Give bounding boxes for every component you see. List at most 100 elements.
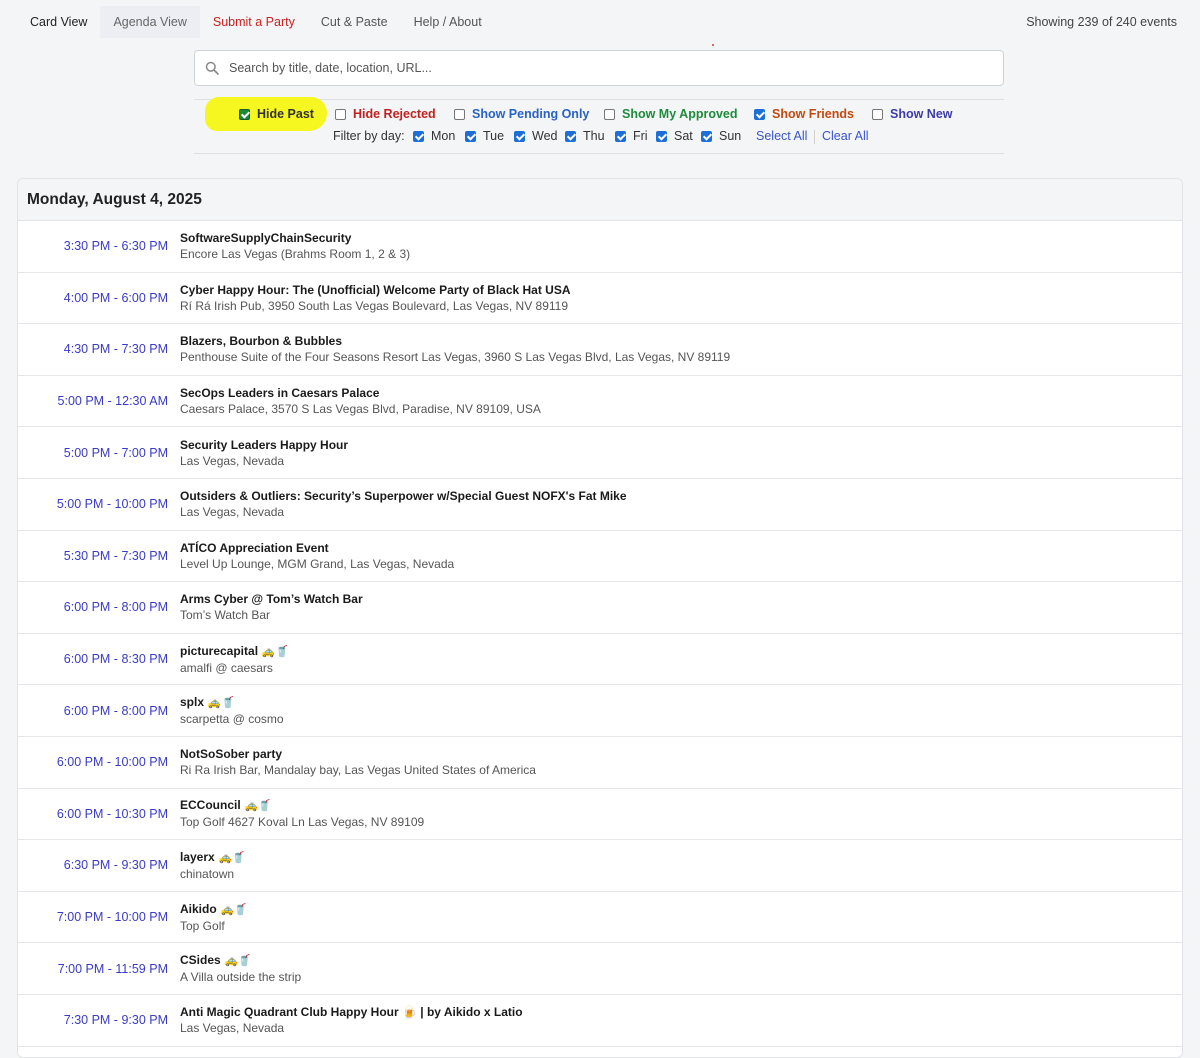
event-time: 5:00 PM - 12:30 AM	[57, 394, 168, 409]
tab-submit-party[interactable]: Submit a Party	[200, 6, 308, 38]
event-location: Las Vegas, Nevada	[180, 1021, 285, 1036]
show-pending-toggle[interactable]: Show Pending Only	[454, 107, 589, 121]
event-row[interactable]: 5:30 PM - 7:30 PM ATÍCO Appreciation Even…	[18, 531, 1182, 583]
day-checkbox[interactable]	[565, 130, 576, 142]
event-title[interactable]: SoftwareSupplyChainSecurity	[180, 231, 351, 245]
show-pending-label: Show Pending Only	[472, 107, 590, 121]
red-dot-marker	[712, 44, 714, 46]
day-label: Mon	[431, 129, 456, 143]
event-info: Security Leaders Happy Hour Las Vegas, Ne…	[180, 437, 348, 469]
event-title-line: Aikido 🚕🥤	[180, 901, 247, 918]
day-filter-sat[interactable]: Sat	[656, 129, 693, 143]
day-filter-thu[interactable]: Thu	[565, 129, 605, 143]
event-row[interactable]: 7:30 PM - 9:30 PM Anti Magic Quadrant Clu…	[18, 995, 1182, 1047]
show-friends-toggle[interactable]: Show Friends	[754, 107, 854, 121]
event-title[interactable]: NotSoSober party	[180, 747, 282, 761]
show-pending-checkbox[interactable]	[454, 108, 465, 120]
event-title[interactable]: Aikido	[180, 902, 217, 916]
event-row[interactable]: 5:00 PM - 12:30 AM SecOps Leaders in Caes…	[18, 376, 1182, 428]
event-title[interactable]: SecOps Leaders in Caesars Palace	[180, 386, 379, 400]
event-location: A Villa outside the strip	[180, 970, 302, 985]
day-label: Thu	[583, 129, 605, 143]
event-row[interactable]: 7:00 PM - 11:59 PM CSides 🚕🥤 A Villa outsi…	[18, 943, 1182, 995]
day-checkbox[interactable]	[413, 130, 424, 142]
tab-help-about[interactable]: Help / About	[401, 6, 495, 38]
event-row[interactable]: 6:00 PM - 8:00 PM Arms Cyber @ Tom’s Watc…	[18, 582, 1182, 634]
event-title[interactable]: ECCouncil	[180, 798, 241, 812]
day-checkbox[interactable]	[656, 130, 667, 142]
show-new-toggle[interactable]: Show New	[872, 107, 953, 121]
event-title[interactable]: ATÍCO Appreciation Event	[180, 541, 329, 555]
show-approved-label: Show My Approved	[622, 107, 738, 121]
event-location: Level Up Lounge, MGM Grand, Las Vegas, N…	[180, 556, 455, 571]
event-row[interactable]: 5:00 PM - 10:00 PM Outsiders & Outliers: …	[18, 479, 1182, 531]
day-checkbox[interactable]	[701, 130, 712, 142]
event-title-line: layerx 🚕🥤	[180, 849, 245, 866]
day-checkbox[interactable]	[615, 130, 626, 142]
hide-past-toggle[interactable]: Hide Past	[239, 107, 314, 121]
day-heading: Monday, August 4, 2025	[18, 179, 1182, 221]
filter-by-day-label: Filter by day:	[333, 129, 405, 143]
event-time: 6:00 PM - 10:30 PM	[56, 806, 168, 821]
tab-cut-paste[interactable]: Cut & Paste	[308, 6, 401, 38]
day-checkbox[interactable]	[465, 130, 476, 142]
day-checkbox[interactable]	[514, 130, 525, 142]
day-filter-sun[interactable]: Sun	[701, 129, 741, 143]
event-row[interactable]: 4:30 PM - 7:30 PM Blazers, Bourbon & Bubb…	[18, 324, 1182, 376]
day-filter-wed[interactable]: Wed	[514, 129, 557, 143]
event-title[interactable]: Cyber Happy Hour: The (Unofficial) Welco…	[180, 283, 571, 297]
event-time: 6:00 PM - 8:00 PM	[63, 703, 168, 718]
event-info: Blazers, Bourbon & Bubbles Penthouse Suit…	[180, 333, 730, 365]
event-row[interactable]: 3:30 PM - 6:30 PM SoftwareSupplyChainSecu…	[18, 221, 1182, 273]
event-info: SoftwareSupplyChainSecurity Encore Las Ve…	[180, 230, 410, 262]
event-row[interactable]: 6:00 PM - 10:00 PM NotSoSober party Ri Ra …	[18, 737, 1182, 789]
select-all-button[interactable]: Select All	[756, 129, 807, 143]
day-filter-mon[interactable]: Mon	[413, 129, 455, 143]
event-info: CSides 🚕🥤 A Villa outside the strip	[180, 952, 301, 985]
day-label: Sun	[719, 129, 742, 143]
event-title[interactable]: picturecapital	[180, 644, 258, 658]
clear-all-button[interactable]: Clear All	[822, 129, 869, 143]
event-row[interactable]: 7:00 PM - 10:00 PM Aikido 🚕🥤 Top Golf	[18, 892, 1182, 944]
event-location: chinatown	[180, 866, 235, 881]
show-approved-checkbox[interactable]	[604, 108, 615, 120]
hide-rejected-toggle[interactable]: Hide Rejected	[335, 107, 436, 121]
event-title[interactable]: layerx	[180, 850, 215, 864]
show-new-checkbox[interactable]	[872, 108, 883, 120]
show-approved-toggle[interactable]: Show My Approved	[604, 107, 738, 121]
event-info: NotSoSober party Ri Ra Irish Bar, Mandala…	[180, 746, 536, 778]
event-time: 7:00 PM - 11:59 PM	[57, 961, 168, 976]
event-row[interactable]: 6:00 PM - 10:30 PM ECCouncil 🚕🥤 Top Golf 4…	[18, 789, 1182, 841]
search-bar[interactable]	[194, 50, 1004, 86]
hide-past-checkbox[interactable]	[239, 108, 250, 120]
event-row[interactable]: 6:00 PM - 8:00 PM splx 🚕🥤 scarpetta @ cosm…	[18, 685, 1182, 737]
event-title[interactable]: CSides	[180, 953, 221, 967]
event-location: amalfi @ caesars	[180, 660, 273, 675]
day-filter-tue[interactable]: Tue	[465, 129, 504, 143]
event-title-line: splx 🚕🥤	[180, 694, 284, 711]
event-location: Caesars Palace, 3570 S Las Vegas Blvd, P…	[180, 402, 541, 417]
agenda-panel: Monday, August 4, 2025 3:30 PM - 6:30 PM…	[17, 178, 1183, 1058]
show-friends-checkbox[interactable]	[754, 108, 765, 120]
event-row[interactable]: 6:30 PM - 9:30 PM layerx 🚕🥤 chinatown	[18, 840, 1182, 892]
event-time: 5:00 PM - 10:00 PM	[56, 497, 168, 512]
day-label: Wed	[532, 129, 558, 143]
event-row[interactable]: 5:00 PM - 7:00 PM Security Leaders Happy …	[18, 427, 1182, 479]
event-time: 6:00 PM - 10:00 PM	[56, 755, 168, 770]
event-title[interactable]: Outsiders & Outliers: Security’s Superpo…	[180, 489, 627, 503]
event-title[interactable]: splx	[180, 695, 204, 709]
hide-rejected-checkbox[interactable]	[335, 108, 346, 120]
event-title[interactable]: Blazers, Bourbon & Bubbles	[180, 334, 342, 348]
event-row[interactable]: 4:00 PM - 6:00 PM Cyber Happy Hour: The (…	[18, 273, 1182, 325]
tab-card-view[interactable]: Card View	[17, 6, 100, 38]
day-filter-fri[interactable]: Fri	[615, 129, 648, 143]
event-title[interactable]: Security Leaders Happy Hour	[180, 438, 348, 452]
event-title[interactable]: Anti Magic Quadrant Club Happy Hour 🍺 | …	[180, 1005, 523, 1019]
event-title[interactable]: Arms Cyber @ Tom’s Watch Bar	[180, 592, 363, 606]
search-input[interactable]	[227, 60, 971, 76]
event-row[interactable]: 6:00 PM - 8:30 PM picturecapital 🚕🥤 amalfi…	[18, 634, 1182, 686]
tab-agenda-view[interactable]: Agenda View	[100, 6, 200, 38]
show-new-label: Show New	[890, 107, 953, 121]
event-title-line: NotSoSober party	[180, 746, 536, 762]
taxi-drink-icon: 🚕🥤	[244, 800, 272, 813]
